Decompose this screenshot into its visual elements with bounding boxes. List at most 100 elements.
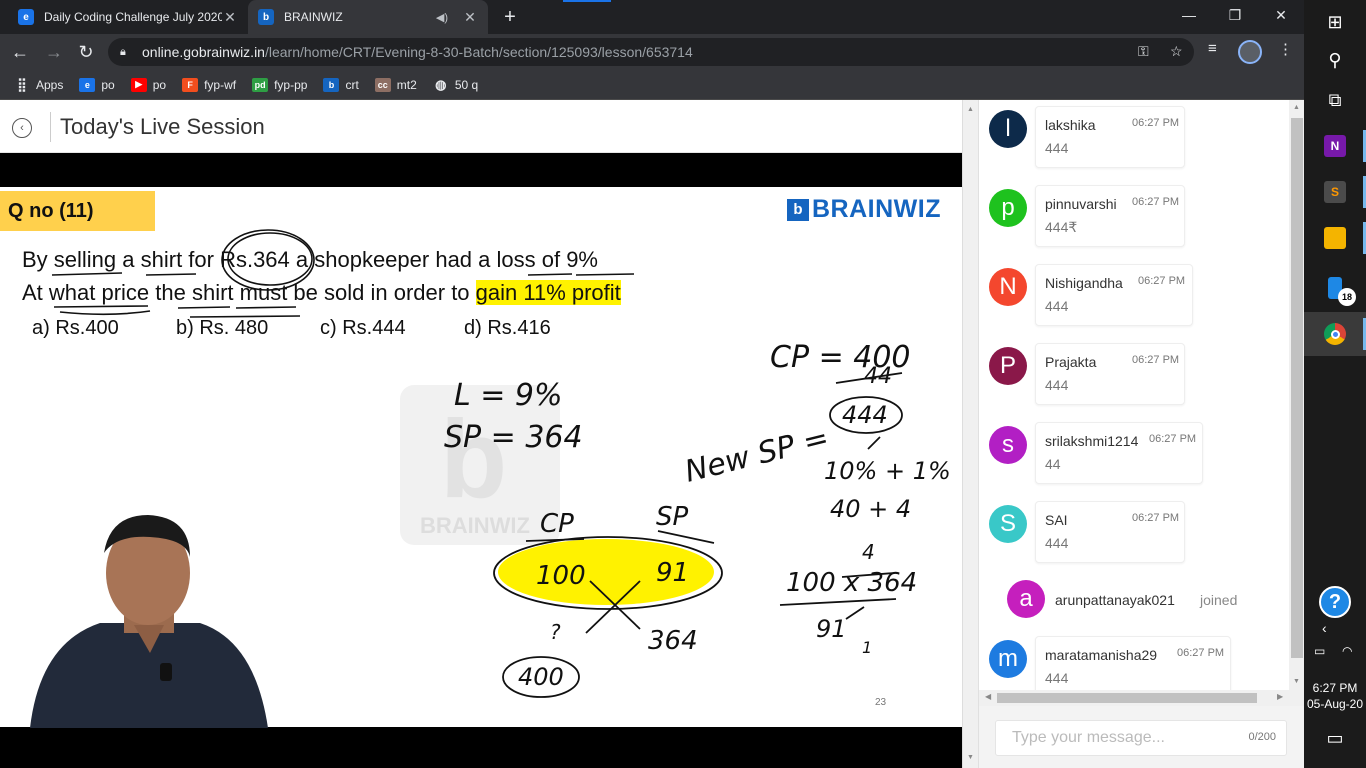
url-path: /learn/home/CRT/Evening-8-30-Batch/secti…: [264, 44, 693, 60]
message-bubble: srilakshmi1214 06:27 PM 44: [1035, 422, 1203, 484]
sender-name: lakshika: [1045, 117, 1096, 133]
close-tab-icon[interactable]: ✕: [462, 9, 478, 26]
hw-pct: 10% + 1%: [824, 457, 951, 485]
sender-name: Prajakta: [1045, 354, 1097, 370]
help-icon[interactable]: ?: [1319, 586, 1351, 618]
task-view-icon[interactable]: ⧉: [1304, 78, 1366, 122]
system-clock[interactable]: 6:27 PM 05-Aug-20: [1304, 680, 1366, 712]
message-bubble: Nishigandha 06:27 PM 444: [1035, 264, 1193, 326]
scroll-right-icon[interactable]: ▶: [1277, 692, 1283, 701]
bookmark-po-2[interactable]: ▶ po: [130, 77, 166, 92]
scrollbar-thumb[interactable]: [1291, 118, 1303, 658]
forward-arrow-icon[interactable]: →: [42, 40, 66, 64]
chat-message: l lakshika 06:27 PM 444: [989, 106, 1289, 172]
hw-cp-val: 100: [536, 561, 586, 591]
avatar: p: [989, 189, 1027, 227]
bookmark-50q[interactable]: ◍ 50 q: [433, 77, 478, 92]
new-tab-button[interactable]: +: [500, 6, 520, 29]
joined-user-name: arunpattanayak021: [1055, 592, 1175, 608]
browser-tab-strip: e Daily Coding Challenge July 2020 ✕ b B…: [0, 0, 1304, 34]
battery-icon[interactable]: ▭: [1314, 644, 1325, 658]
hw-frac-num: 100 x 364: [786, 568, 917, 598]
message-time: 06:27 PM: [1149, 433, 1197, 445]
chat-horizontal-scrollbar[interactable]: ◀ ▶: [979, 690, 1304, 706]
chevron-left-icon[interactable]: ‹: [1322, 620, 1327, 636]
chat-message-input[interactable]: [996, 721, 1236, 755]
bookmark-crt[interactable]: b crt: [323, 77, 359, 92]
hw-frac-den: 91: [816, 615, 847, 643]
bookmark-fyp-wf[interactable]: F fyp-wf: [182, 77, 236, 92]
chat-message: m maratamanisha29 06:27 PM 444: [989, 636, 1289, 690]
bookmark-fyp-pp[interactable]: pd fyp-pp: [252, 77, 307, 92]
avatar: P: [989, 347, 1027, 385]
maximize-button[interactable]: ❐: [1212, 0, 1258, 30]
reload-icon[interactable]: ↻: [74, 40, 98, 64]
taskbar-sublime[interactable]: S: [1304, 170, 1366, 214]
back-arrow-icon[interactable]: ←: [8, 40, 32, 64]
tab-daily-coding-challenge[interactable]: e Daily Coding Challenge July 2020 ✕: [8, 0, 248, 34]
hw-sp-val: 91: [656, 558, 689, 588]
key-icon[interactable]: ⚿: [1138, 43, 1149, 60]
bookmark-mt2[interactable]: cc mt2: [374, 77, 417, 92]
chat-vertical-scrollbar[interactable]: ▲ ▼: [1289, 100, 1304, 690]
wifi-icon[interactable]: ◠: [1342, 644, 1352, 658]
scroll-up-icon[interactable]: ▲: [967, 106, 974, 113]
minimize-button[interactable]: —: [1166, 0, 1212, 30]
search-icon[interactable]: ⚲: [1304, 38, 1366, 82]
onenote-icon: N: [1324, 135, 1346, 157]
scroll-up-icon[interactable]: ▲: [1293, 104, 1300, 111]
bookmark-po-1[interactable]: e po: [79, 77, 115, 92]
sender-name: SAI: [1045, 512, 1068, 528]
back-circle-icon[interactable]: ‹: [12, 118, 32, 138]
hw-frac-top-small: 4: [862, 540, 875, 564]
browser-toolbar: ← → ↻ 🔒︎ online.gobrainwiz.in /learn/hom…: [0, 34, 1304, 70]
message-time: 06:27 PM: [1132, 196, 1180, 208]
brainwiz-icon: b: [258, 9, 274, 25]
taskbar-explorer[interactable]: [1304, 216, 1366, 260]
tab-brainwiz[interactable]: b BRAINWIZ ◀) ✕: [248, 0, 488, 34]
live-video-player[interactable]: b BRAINWIZ Q no (11) b BRAINWIZ By selli…: [0, 153, 962, 768]
chat-message: p pinnuvarshi 06:27 PM 444₹: [989, 185, 1289, 251]
sender-name: Nishigandha: [1045, 275, 1123, 291]
chat-message: N Nishigandha 06:27 PM 444: [989, 264, 1289, 330]
media-control-icon[interactable]: ≡: [1208, 40, 1217, 57]
bookmark-apps[interactable]: ⣿ Apps: [14, 77, 64, 92]
notification-badge: 18: [1338, 288, 1356, 306]
taskbar-phone[interactable]: 18: [1304, 266, 1366, 310]
presenter-video: [30, 515, 268, 728]
tab-title: BRAINWIZ: [284, 10, 343, 24]
avatar: l: [989, 110, 1027, 148]
star-icon[interactable]: ☆: [1170, 43, 1183, 60]
lock-icon[interactable]: 🔒︎: [120, 46, 132, 58]
menu-dots-icon[interactable]: ⋮: [1278, 40, 1293, 58]
avatar: m: [989, 640, 1027, 678]
slide-number: 23: [875, 697, 887, 708]
hw-sp-label: SP: [656, 502, 689, 532]
figma-icon: F: [182, 77, 199, 92]
taskbar-chrome[interactable]: [1304, 312, 1366, 356]
chat-message: s srilakshmi1214 06:27 PM 44: [989, 422, 1289, 488]
scroll-left-icon[interactable]: ◀: [985, 692, 991, 701]
sender-name: maratamanisha29: [1045, 647, 1158, 663]
chat-message-list[interactable]: l lakshika 06:27 PM 444 p pinnuvarshi 06…: [979, 100, 1289, 690]
message-text: 444: [1045, 140, 1069, 156]
bookmark-label: Apps: [36, 77, 64, 92]
message-bubble: pinnuvarshi 06:27 PM 444₹: [1035, 185, 1185, 247]
message-text: 444₹: [1045, 219, 1078, 235]
youtube-icon: ▶: [130, 77, 147, 92]
speaker-icon[interactable]: ◀): [436, 11, 448, 24]
close-window-button[interactable]: ✕: [1258, 0, 1304, 30]
bookmark-label: mt2: [396, 77, 417, 92]
taskbar-onenote[interactable]: N: [1304, 124, 1366, 168]
chat-message: S SAI 06:27 PM 444: [989, 501, 1289, 567]
chat-message: P Prajakta 06:27 PM 444: [989, 343, 1289, 409]
scrollbar-thumb[interactable]: [997, 693, 1257, 703]
profile-avatar[interactable]: [1238, 40, 1262, 64]
scroll-down-icon[interactable]: ▼: [967, 754, 974, 761]
address-bar[interactable]: 🔒︎ online.gobrainwiz.in /learn/home/CRT/…: [108, 38, 1194, 66]
scroll-down-icon[interactable]: ▼: [1293, 678, 1300, 685]
close-tab-icon[interactable]: ✕: [222, 9, 238, 26]
hw-right-small: 364: [648, 626, 698, 656]
notification-icon[interactable]: ▭: [1304, 716, 1366, 760]
bookmark-label: po: [101, 77, 115, 92]
